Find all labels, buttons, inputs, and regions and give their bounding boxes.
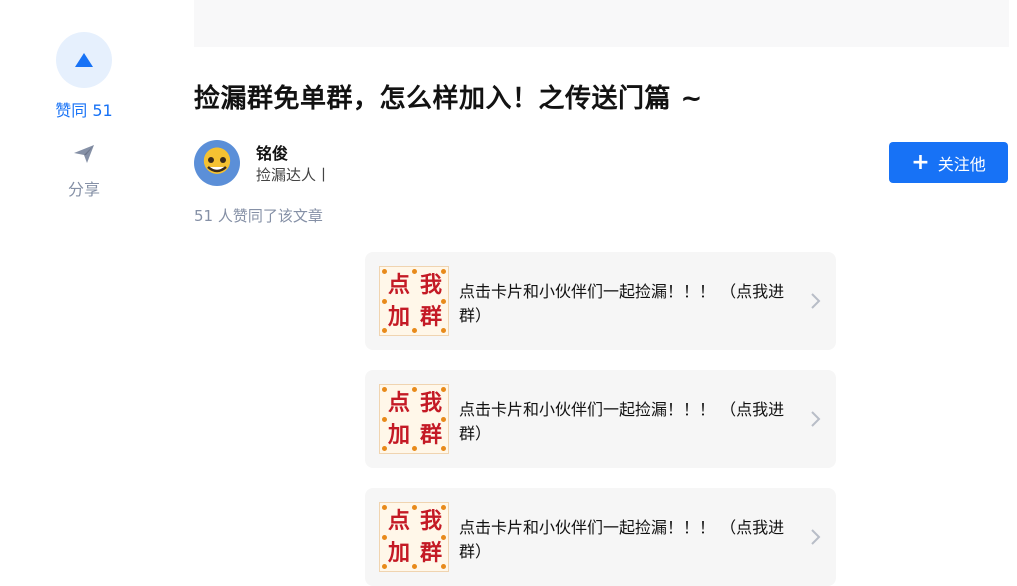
badge-char: 我 (419, 391, 442, 416)
article-title: 捡漏群免单群，怎么样加入！之传送门篇 ~ (194, 84, 703, 114)
badge-char: 加 (387, 305, 410, 330)
badge-char: 加 (387, 423, 410, 448)
badge-char: 我 (419, 509, 442, 534)
group-link-card[interactable]: 点我加群点击卡片和小伙伴们一起捡漏！！！ （点我进群） (365, 252, 836, 350)
avatar-face-icon (207, 157, 227, 173)
join-group-badge-image: 点我加群 (379, 502, 449, 572)
upvote-button[interactable] (56, 32, 112, 88)
chevron-right-icon (811, 529, 821, 545)
author-headline: 捡漏达人丨 (256, 166, 332, 184)
badge-char: 我 (419, 273, 442, 298)
share-button[interactable]: 分享 (62, 142, 106, 202)
card-text: 点击卡片和小伙伴们一起捡漏！！！ （点我进群） (459, 400, 785, 443)
group-link-card[interactable]: 点我加群点击卡片和小伙伴们一起捡漏！！！ （点我进群） (365, 488, 836, 586)
paper-plane-icon (74, 145, 94, 163)
card-text: 点击卡片和小伙伴们一起捡漏！！！ （点我进群） (459, 282, 785, 325)
author-avatar[interactable] (194, 140, 240, 186)
follow-button[interactable]: + 关注他 (889, 142, 1008, 183)
author-name[interactable]: 铭俊 (256, 140, 288, 164)
badge-char: 点 (387, 509, 410, 534)
upvote-count-label[interactable]: 赞同 51 (44, 97, 124, 121)
title-image-banner (194, 0, 1009, 47)
badge-char: 点 (387, 391, 410, 416)
chevron-right-icon (811, 293, 821, 309)
chevron-right-icon (811, 411, 821, 427)
follow-button-label: 关注他 (937, 154, 986, 174)
card-text: 点击卡片和小伙伴们一起捡漏！！！ （点我进群） (459, 518, 785, 561)
action-sidebar: 赞同 51 分享 (0, 0, 170, 556)
group-link-card[interactable]: 点我加群点击卡片和小伙伴们一起捡漏！！！ （点我进群） (365, 370, 836, 468)
plus-icon: + (911, 149, 930, 175)
badge-char: 点 (387, 273, 410, 298)
join-group-badge-image: 点我加群 (379, 384, 449, 454)
vote-summary: 51 人赞同了该文章 (194, 207, 323, 225)
badge-char: 加 (387, 541, 410, 566)
triangle-up-icon (75, 53, 93, 67)
share-label: 分享 (67, 180, 100, 199)
join-group-badge-image: 点我加群 (379, 266, 449, 336)
